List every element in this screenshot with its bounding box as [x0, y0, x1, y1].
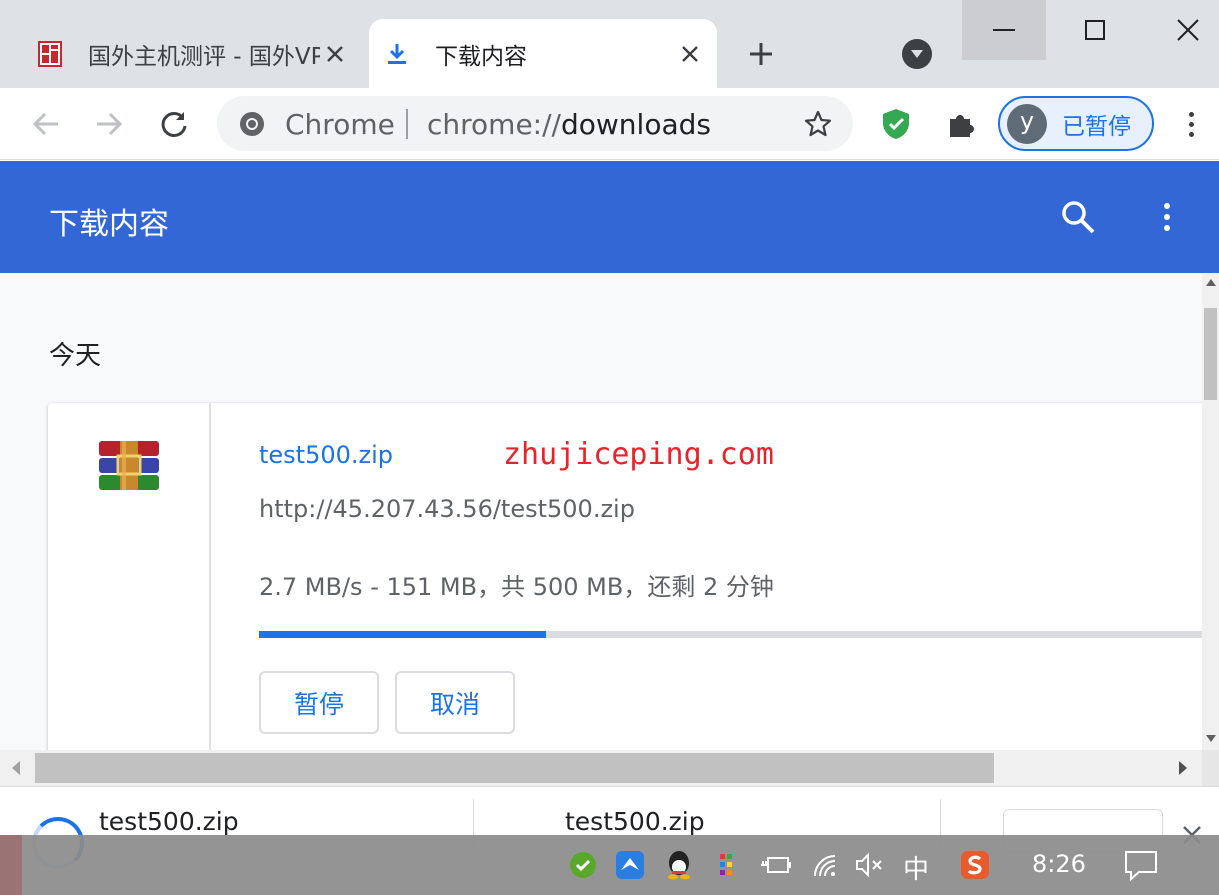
scroll-thumb[interactable]	[1204, 308, 1217, 400]
download-progress-bar	[259, 631, 1202, 638]
download-status: 2.7 MB/s - 151 MB，共 500 MB，还剩 2 分钟	[259, 573, 774, 601]
scroll-right-arrow-icon[interactable]	[1179, 761, 1187, 775]
sogou-input-icon[interactable]	[959, 849, 991, 881]
file-name-link[interactable]: test500.zip	[259, 441, 393, 469]
search-icon[interactable]	[1060, 199, 1096, 235]
progress-fill	[259, 631, 546, 638]
toolbar: Chrome chrome://downloads y 已暂停	[0, 88, 1219, 160]
card-divider	[209, 403, 211, 750]
wifi-icon[interactable]	[810, 849, 842, 881]
tab-site[interactable]: 国外主机测评 - 国外VPS，国	[22, 19, 362, 88]
minimize-icon[interactable]	[962, 0, 1046, 60]
qq-tray-icon[interactable]	[663, 849, 695, 881]
downloads-header: 下载内容	[0, 161, 1219, 273]
shelf-item[interactable]: test500.zip	[565, 807, 705, 836]
tab-title: 国外主机测评 - 国外VPS，国	[88, 43, 320, 70]
reload-icon[interactable]	[152, 102, 196, 146]
pause-button[interactable]: 暂停	[259, 671, 379, 734]
chrome-logo-icon	[240, 112, 264, 136]
download-icon	[385, 41, 409, 67]
tab-close-icon[interactable]	[675, 39, 705, 69]
bird-app-tray-icon[interactable]	[614, 849, 646, 881]
profile-status: 已暂停	[1062, 113, 1131, 140]
profile-button[interactable]: y 已暂停	[998, 96, 1154, 151]
volume-muted-icon[interactable]	[854, 849, 886, 881]
extensions-puzzle-icon[interactable]	[943, 106, 979, 142]
vertical-scrollbar[interactable]	[1202, 273, 1219, 750]
forward-arrow-icon[interactable]	[87, 102, 131, 146]
windows-taskbar: 中 8:26	[0, 835, 1219, 895]
back-arrow-icon[interactable]	[24, 102, 68, 146]
battery-plug-icon[interactable]	[760, 849, 792, 881]
scroll-down-arrow-icon[interactable]	[1206, 735, 1216, 742]
shield-extension-icon[interactable]	[878, 106, 914, 142]
scroll-corner	[1202, 750, 1219, 786]
omnibox-chip: Chrome	[285, 108, 395, 141]
winrar-archive-icon	[99, 441, 159, 490]
tab-strip: 国外主机测评 - 国外VPS，国 下载内容	[0, 0, 1219, 88]
taskbar-edge	[0, 835, 22, 895]
url-host: downloads	[560, 108, 711, 141]
chrome-menu-icon[interactable]	[1176, 106, 1206, 142]
omnibox-url[interactable]: chrome://downloads	[427, 108, 711, 141]
action-center-icon[interactable]	[1123, 849, 1159, 881]
new-tab-plus-icon[interactable]	[743, 36, 779, 72]
window-close-icon[interactable]	[1146, 0, 1219, 60]
tab-close-icon[interactable]	[320, 39, 350, 69]
site-favicon-icon	[38, 40, 62, 67]
file-source-url[interactable]: http://45.207.43.56/test500.zip	[259, 495, 635, 523]
omnibox[interactable]: Chrome chrome://downloads	[217, 96, 853, 151]
color-grid-tray-icon[interactable]	[713, 849, 745, 881]
date-section-label: 今天	[49, 341, 102, 371]
download-card: test500.zip zhujiceping.com http://45.20…	[48, 403, 1202, 750]
tab-search-icon[interactable]	[902, 39, 932, 69]
omnibox-separator	[406, 109, 408, 139]
scroll-up-arrow-icon[interactable]	[1206, 279, 1216, 286]
input-method-indicator[interactable]: 中	[903, 849, 929, 886]
cancel-button[interactable]: 取消	[395, 671, 515, 734]
horizontal-scrollbar[interactable]	[0, 750, 1202, 786]
tab-title: 下载内容	[435, 43, 527, 70]
scroll-left-arrow-icon[interactable]	[12, 761, 20, 775]
downloads-list: 今天 test500.zip zhujiceping.com http://45…	[0, 273, 1202, 750]
scroll-thumb[interactable]	[35, 753, 994, 783]
more-options-icon[interactable]	[1152, 199, 1182, 235]
taskbar-clock[interactable]: 8:26	[1032, 850, 1086, 878]
tab-downloads[interactable]: 下载内容	[369, 19, 717, 88]
bookmark-star-icon[interactable]	[803, 109, 833, 139]
security-tray-icon[interactable]	[567, 849, 599, 881]
url-scheme: chrome://	[427, 108, 561, 141]
page-title: 下载内容	[49, 207, 169, 242]
maximize-icon[interactable]	[1053, 0, 1137, 60]
avatar: y	[1007, 103, 1047, 144]
shelf-item[interactable]: test500.zip	[99, 807, 239, 836]
watermark-text: zhujiceping.com	[503, 437, 774, 472]
